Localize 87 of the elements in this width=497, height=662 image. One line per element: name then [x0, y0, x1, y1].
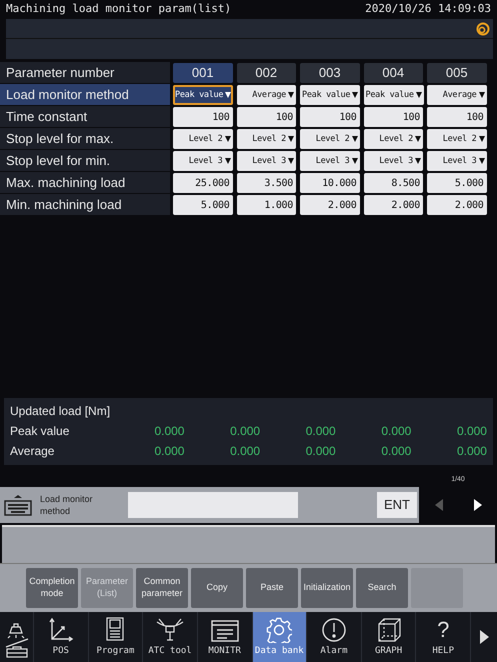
function-key[interactable]: Initialization: [301, 568, 353, 608]
dropdown-field[interactable]: Level 3: [364, 151, 423, 171]
nav-tab[interactable]: POS: [34, 612, 89, 662]
tool-holder-icon: [155, 616, 186, 642]
value-field[interactable]: 5.000: [427, 173, 486, 193]
load-label: Average: [10, 443, 56, 460]
function-key[interactable]: Paste: [246, 568, 298, 608]
axes-icon: [48, 616, 74, 642]
nav-tab[interactable]: Alarm: [307, 612, 362, 662]
value-field[interactable]: 100: [236, 107, 296, 127]
input-label: Load monitor method: [40, 492, 94, 518]
left-arrow-icon: [434, 499, 442, 511]
nav-tab[interactable]: Program: [88, 612, 144, 662]
dropdown-field[interactable]: Level 3: [300, 151, 360, 171]
nav-tab[interactable]: ? HELP: [416, 612, 471, 662]
dropdown-field[interactable]: Level 2: [364, 129, 423, 149]
value-field[interactable]: 5.000: [173, 195, 232, 215]
load-value: 0.000: [304, 423, 336, 440]
value-field[interactable]: 1.000: [236, 195, 296, 215]
column-header[interactable]: 004: [364, 63, 423, 83]
load-value: 0.000: [456, 443, 487, 460]
value-field[interactable]: 100: [300, 107, 360, 127]
value-field[interactable]: 8.500: [364, 173, 423, 193]
header-label: Parameter number: [0, 62, 170, 84]
dropdown-field[interactable]: Peak value: [364, 85, 424, 105]
load-value: 0.000: [380, 423, 412, 440]
right-arrow-icon: [474, 499, 482, 511]
alert-icon: [320, 616, 347, 642]
help-icon: ?: [437, 616, 450, 642]
column-header[interactable]: 005: [427, 63, 486, 83]
window-icon: [210, 618, 239, 642]
load-label: Peak value: [10, 423, 70, 440]
row-label[interactable]: Min. machining load: [0, 194, 170, 216]
keyboard-icon[interactable]: [4, 494, 32, 516]
cube-icon: [376, 616, 402, 642]
dropdown-field[interactable]: Average: [236, 85, 296, 105]
dropdown-field[interactable]: Average: [427, 85, 486, 105]
value-field[interactable]: 2.000: [427, 195, 486, 215]
rings-icon: [476, 22, 490, 36]
right-arrow-icon: [480, 630, 488, 644]
value-field[interactable]: 2.000: [364, 195, 423, 215]
function-key[interactable]: Common parameter: [136, 568, 188, 608]
row-label[interactable]: Time constant: [0, 106, 170, 128]
enter-button[interactable]: ENT: [377, 492, 417, 518]
load-value: 0.000: [153, 443, 184, 460]
dropdown-field[interactable]: Level 2: [300, 129, 360, 149]
dropdown-field[interactable]: Level 3: [427, 151, 486, 171]
dropdown-field[interactable]: Peak value: [300, 85, 360, 105]
dropdown-field[interactable]: Level 3: [173, 151, 232, 171]
value-field[interactable]: 3.500: [236, 173, 296, 193]
value-field[interactable]: 100: [173, 107, 232, 127]
screen-title: Machining load monitor param(list): [6, 1, 232, 18]
column-header[interactable]: 003: [300, 63, 360, 83]
lamp-toolbox-icon: [4, 622, 30, 658]
row-label[interactable]: Max. machining load: [0, 172, 170, 194]
dropdown-field[interactable]: Peak value: [173, 85, 234, 105]
settings-icon: [266, 616, 292, 642]
value-field[interactable]: 100: [364, 107, 423, 127]
dropdown-field[interactable]: Level 2: [173, 129, 232, 149]
input-field[interactable]: [128, 492, 298, 518]
nav-tab[interactable]: ATC tool: [143, 612, 198, 662]
load-value: 0.000: [229, 423, 260, 440]
row-label[interactable]: Stop level for max.: [0, 128, 170, 150]
value-field[interactable]: 100: [427, 107, 486, 127]
date-time: 2020/10/26 14:09:03: [365, 1, 491, 18]
dropdown-field[interactable]: Level 3: [236, 151, 296, 171]
column-header[interactable]: 001: [173, 63, 232, 83]
nav-tab[interactable]: Data bank: [252, 612, 308, 662]
dropdown-field[interactable]: Level 2: [427, 129, 486, 149]
row-label[interactable]: Stop level for min.: [0, 150, 170, 172]
function-key[interactable]: Copy: [191, 568, 243, 608]
row-label[interactable]: Load monitor method: [0, 84, 170, 106]
function-key[interactable]: Search: [356, 568, 408, 608]
panel-title: Updated load [Nm]: [10, 403, 110, 420]
dropdown-field[interactable]: Level 2: [236, 129, 296, 149]
load-value: 0.000: [229, 443, 260, 460]
value-field[interactable]: 10.000: [300, 173, 360, 193]
value-field[interactable]: 2.000: [300, 195, 360, 215]
column-header[interactable]: 002: [236, 63, 296, 83]
document-icon: [104, 616, 126, 642]
value-field[interactable]: 25.000: [173, 173, 232, 193]
load-value: 0.000: [153, 423, 184, 440]
nav-tab[interactable]: GRAPH: [362, 612, 416, 662]
load-value: 0.000: [380, 443, 412, 460]
load-value: 0.000: [456, 423, 487, 440]
load-value: 0.000: [304, 443, 336, 460]
function-key[interactable]: Completion mode: [26, 568, 78, 608]
